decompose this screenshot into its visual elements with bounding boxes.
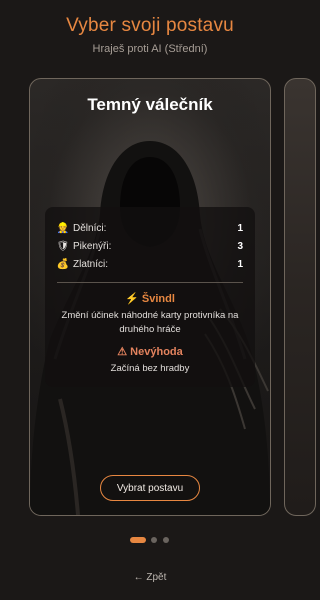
character-name: Temný válečník — [87, 95, 213, 114]
warning-icon: ⚠ — [117, 346, 128, 358]
select-character-button[interactable]: Vybrat postavu — [100, 475, 200, 501]
pagination-dots — [0, 537, 300, 545]
character-info-panel: 👷 Dělníci: 1 🛡 Pikenýři: 3 💰 Zlatníci: 1… — [45, 207, 255, 387]
shield-icon: 🛡 — [56, 240, 70, 252]
page-subtitle: Hraješ proti AI (Střední) — [92, 43, 208, 55]
stat-label: Dělníci: — [73, 222, 107, 234]
money-bag-icon: 💰 — [56, 258, 70, 270]
stat-row-pikemen: 🛡 Pikenýři: 3 — [57, 238, 243, 254]
ability-title-text: Švindl — [141, 293, 175, 305]
back-link[interactable]: ← Zpět — [0, 572, 300, 583]
stat-value: 1 — [237, 222, 243, 234]
stat-value: 1 — [237, 258, 243, 270]
ability-description: Změní účinek náhodné karty protivníka na… — [61, 310, 239, 335]
drawback-title: ⚠ Nevýhoda — [45, 345, 255, 358]
pagination-dot-active[interactable] — [130, 537, 146, 543]
divider — [57, 282, 243, 283]
drawback-description: Začíná bez hradby — [110, 363, 190, 374]
character-card[interactable]: Temný válečník 👷 Dělníci: 1 🛡 Pikenýři: … — [29, 78, 271, 516]
stat-row-goldsmiths: 💰 Zlatníci: 1 — [57, 256, 243, 272]
pagination-dot[interactable] — [151, 537, 157, 543]
lightning-icon: ⚡ — [125, 293, 139, 305]
page-title: Vyber svoji postavu — [66, 15, 234, 36]
ability-title: ⚡ Švindl — [45, 292, 255, 305]
next-character-card-peek[interactable] — [284, 78, 316, 516]
stat-label: Pikenýři: — [73, 240, 112, 252]
stat-value: 3 — [237, 240, 243, 252]
stat-label: Zlatníci: — [73, 258, 109, 270]
drawback-title-text: Nevýhoda — [130, 346, 183, 358]
stat-row-workers: 👷 Dělníci: 1 — [57, 220, 243, 236]
worker-icon: 👷 — [56, 222, 70, 234]
pagination-dot[interactable] — [163, 537, 169, 543]
